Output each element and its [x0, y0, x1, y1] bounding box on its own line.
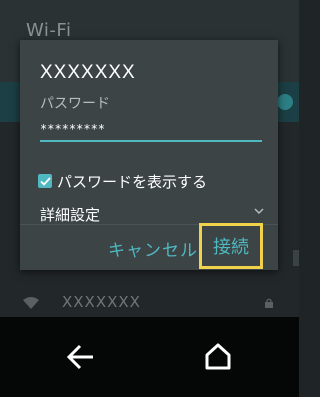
screen: Wi-Fi XXXXXXX XXXXXXX パスワード パスワードを表示する — [0, 0, 299, 397]
wifi-password-dialog: XXXXXXX パスワード パスワードを表示する 詳細設定 キャンセル 接続 — [20, 40, 278, 270]
advanced-settings-toggle[interactable]: 詳細設定 — [40, 202, 264, 224]
navigation-bar — [0, 317, 299, 397]
show-password-option[interactable]: パスワードを表示する — [38, 170, 207, 192]
advanced-settings-label: 詳細設定 — [40, 206, 101, 224]
wifi-icon — [23, 297, 39, 309]
wifi-toggle-icon — [277, 94, 293, 110]
scroll-indicator — [293, 250, 299, 266]
check-icon — [39, 176, 51, 186]
show-password-label: パスワードを表示する — [57, 172, 208, 191]
dialog-ssid: XXXXXXX — [40, 62, 136, 83]
connect-button[interactable]: 接続 — [199, 223, 263, 269]
network-ssid: XXXXXXX — [62, 293, 141, 311]
network-row: XXXXXXX — [0, 286, 299, 320]
home-icon[interactable] — [204, 342, 232, 370]
password-label: パスワード — [40, 96, 110, 112]
password-input[interactable] — [40, 118, 262, 142]
cancel-button[interactable]: キャンセル — [108, 236, 198, 261]
lock-icon — [265, 298, 273, 308]
back-arrow-icon[interactable] — [66, 343, 96, 371]
chevron-down-icon — [254, 208, 264, 215]
show-password-checkbox[interactable] — [38, 174, 52, 188]
wifi-settings-title: Wi-Fi — [26, 20, 72, 41]
